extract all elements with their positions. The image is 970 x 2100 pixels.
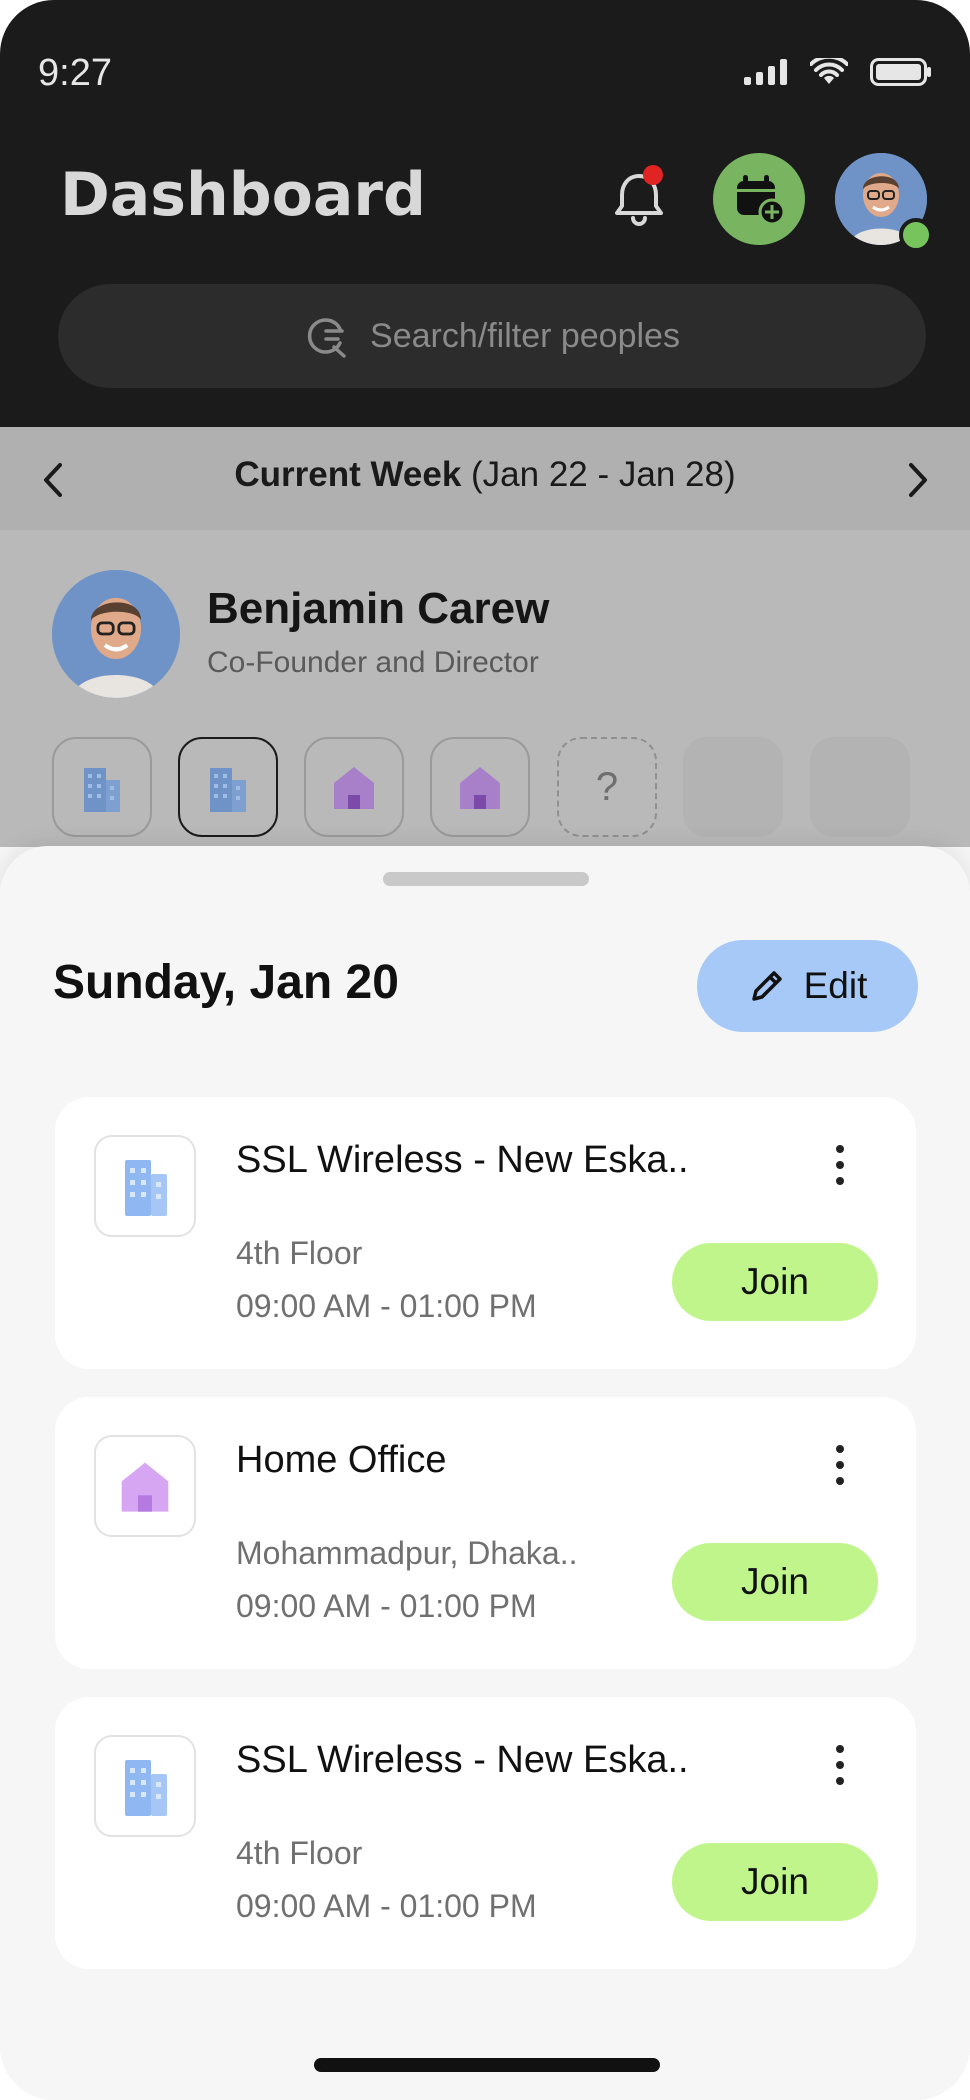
more-options-icon[interactable] bbox=[825, 1145, 855, 1195]
avatar-photo bbox=[52, 570, 180, 698]
search-placeholder: Search/filter peoples bbox=[370, 316, 680, 355]
building-icon bbox=[125, 1760, 167, 1816]
home-icon bbox=[121, 1462, 169, 1512]
booking-title: SSL Wireless - New Eska.. bbox=[236, 1739, 689, 1781]
booking-title: SSL Wireless - New Eska.. bbox=[236, 1139, 689, 1181]
sheet-drag-handle[interactable] bbox=[383, 872, 589, 886]
booking-card[interactable]: SSL Wireless - New Eska.. 4th Floor 09:0… bbox=[55, 1697, 916, 1969]
more-options-icon[interactable] bbox=[825, 1445, 855, 1495]
person-name: Benjamin Carew bbox=[207, 584, 550, 633]
day-chip-3[interactable] bbox=[304, 737, 404, 837]
booking-time: 09:00 AM - 01:00 PM bbox=[236, 1888, 537, 1924]
booking-subtitle: 4th Floor bbox=[236, 1235, 363, 1271]
booking-subtitle: 4th Floor bbox=[236, 1835, 363, 1871]
day-title: Sunday, Jan 20 bbox=[53, 956, 399, 1009]
wifi-icon bbox=[810, 58, 848, 84]
person-role: Co-Founder and Director bbox=[207, 646, 539, 679]
booking-time: 09:00 AM - 01:00 PM bbox=[236, 1588, 537, 1624]
notification-dot bbox=[643, 165, 663, 185]
add-calendar-button[interactable] bbox=[713, 153, 805, 245]
search-filter-icon bbox=[307, 318, 346, 358]
status-time: 9:27 bbox=[38, 52, 112, 94]
edit-label: Edit bbox=[803, 965, 868, 1006]
booking-card[interactable]: SSL Wireless - New Eska.. 4th Floor 09:0… bbox=[55, 1097, 916, 1369]
home-icon bbox=[460, 767, 500, 809]
building-icon bbox=[210, 768, 246, 812]
join-button[interactable]: Join bbox=[672, 1543, 878, 1621]
calendar-add-icon bbox=[737, 175, 786, 226]
card-icon-box bbox=[94, 1735, 196, 1837]
day-chip-4[interactable] bbox=[430, 737, 530, 837]
building-icon bbox=[84, 768, 120, 812]
home-indicator bbox=[314, 2058, 660, 2072]
online-status-dot bbox=[899, 218, 933, 252]
week-label: Current Week (Jan 22 - Jan 28) bbox=[0, 455, 970, 495]
status-icons bbox=[744, 58, 932, 86]
day-chip-unknown[interactable]: ? bbox=[557, 737, 657, 837]
card-icon-box bbox=[94, 1135, 196, 1237]
unknown-label: ? bbox=[595, 764, 619, 809]
signal-icon bbox=[744, 59, 787, 85]
person-avatar bbox=[52, 570, 180, 698]
week-label-bold: Current Week bbox=[234, 455, 462, 494]
page-title: Dashboard bbox=[60, 160, 426, 230]
join-button[interactable]: Join bbox=[672, 1843, 878, 1921]
more-options-icon[interactable] bbox=[825, 1745, 855, 1795]
home-icon bbox=[334, 767, 374, 809]
battery-icon bbox=[870, 58, 931, 86]
chevron-right-icon[interactable] bbox=[897, 455, 937, 505]
phone-screen: 9:27 Dashboard Search/filter peoples Cur… bbox=[0, 0, 970, 2100]
week-label-range: (Jan 22 - Jan 28) bbox=[471, 455, 736, 494]
day-chip-2[interactable] bbox=[178, 737, 278, 837]
day-chip-1[interactable] bbox=[52, 737, 152, 837]
booking-card[interactable]: Home Office Mohammadpur, Dhaka.. 09:00 A… bbox=[55, 1397, 916, 1669]
edit-button[interactable]: Edit bbox=[697, 940, 918, 1032]
card-icon-box bbox=[94, 1435, 196, 1537]
pencil-icon bbox=[751, 971, 782, 1001]
booking-title: Home Office bbox=[236, 1439, 447, 1481]
building-icon bbox=[125, 1160, 167, 1216]
day-chip-empty[interactable] bbox=[810, 737, 910, 837]
search-input[interactable]: Search/filter peoples bbox=[58, 284, 926, 388]
day-chip-empty[interactable] bbox=[683, 737, 783, 837]
join-button[interactable]: Join bbox=[672, 1243, 878, 1321]
booking-time: 09:00 AM - 01:00 PM bbox=[236, 1288, 537, 1324]
booking-subtitle: Mohammadpur, Dhaka.. bbox=[236, 1535, 578, 1571]
